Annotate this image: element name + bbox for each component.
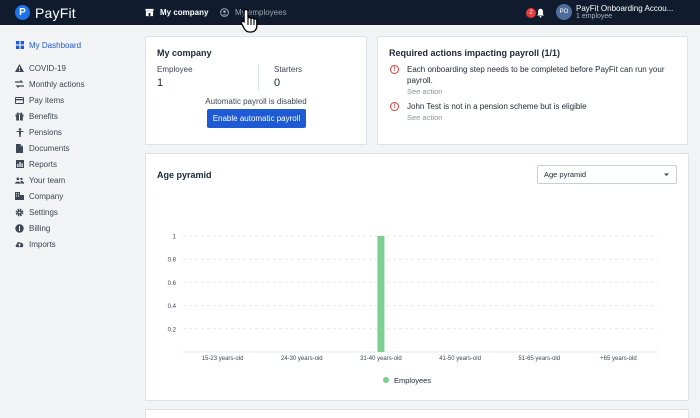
action-item-text: John Test is not in a pension scheme but… (407, 102, 587, 111)
sidebar-item-label: Documents (29, 143, 70, 153)
sidebar-item-monthly-actions[interactable]: Monthly actions (15, 78, 85, 90)
x-tick-label: 15-23 years-old (202, 356, 244, 362)
y-tick-label: 0.8 (168, 258, 177, 264)
team-icon (15, 176, 24, 185)
employee-count: 1 (157, 77, 164, 89)
x-tick-label: 51-65 years-old (518, 356, 560, 362)
starters-label: Starters (274, 65, 303, 74)
bar (377, 236, 385, 352)
required-actions-card: Required actions impacting payroll (1/1)… (377, 36, 688, 145)
my-company-card: My company Employee 1 Starters 0 Automat… (145, 36, 367, 145)
sidebar-item-covid-19[interactable]: COVID-19 (15, 62, 66, 74)
tab-my-company[interactable]: My company (145, 6, 208, 19)
sidebar-item-your-team[interactable]: Your team (15, 174, 65, 186)
see-action-link[interactable]: See action (407, 113, 442, 122)
x-tick-label: 31-40 years-old (360, 356, 402, 362)
sidebar-item-label: Pay items (29, 95, 65, 105)
bar-chart-icon (15, 160, 24, 169)
notification-badge[interactable]: 2 (526, 8, 536, 18)
required-actions-title: Required actions impacting payroll (1/1) (389, 48, 561, 58)
payroll-status-text: Automatic payroll is disabled (205, 97, 307, 106)
sidebar-item-label: Company (29, 191, 64, 201)
sidebar-item-label: Billing (29, 223, 51, 233)
store-icon (145, 8, 154, 17)
y-tick-label: 0.6 (168, 281, 177, 287)
next-card (145, 409, 689, 418)
sidebar: My Dashboard COVID-19 Monthly actions Pa… (0, 25, 135, 418)
card-icon (15, 96, 24, 105)
payfit-logo-icon: P (15, 5, 30, 20)
age-pyramid-card: Age pyramid Age pyramid 0.2 0.4 0.6 0.8 1 15-… (145, 153, 689, 401)
sidebar-item-billing[interactable]: Billing (15, 222, 50, 234)
sidebar-item-label: Imports (29, 239, 56, 249)
enable-automatic-payroll-button[interactable]: Enable automatic payroll (207, 109, 306, 128)
gift-icon (15, 112, 24, 121)
sidebar-item-label: Your team (29, 175, 66, 185)
brand-name: PayFit (35, 4, 76, 21)
sidebar-item-label: COVID-19 (29, 63, 66, 73)
sidebar-item-my-dashboard[interactable]: My Dashboard (15, 39, 81, 51)
sidebar-item-pay-items[interactable]: Pay items (15, 94, 64, 106)
gear-icon (15, 208, 24, 217)
tab-my-company-label: My company (160, 8, 209, 17)
warning-icon (15, 64, 24, 73)
sidebar-item-pensions[interactable]: Pensions (15, 126, 62, 138)
employee-label: Employee (157, 65, 193, 74)
y-tick-label: 0.2 (168, 327, 177, 333)
sidebar-item-benefits[interactable]: Benefits (15, 110, 58, 122)
avatar[interactable]: PO (556, 4, 572, 20)
sidebar-item-label: My Dashboard (29, 40, 82, 50)
user-circle-icon (220, 8, 229, 17)
starters-count: 0 (274, 77, 281, 89)
sidebar-item-company[interactable]: Company (15, 190, 63, 202)
age-pyramid-chart: 0.2 0.4 0.6 0.8 1 15-23 years-old 24-30 years-… (168, 235, 658, 385)
x-tick-label: +65 years-old (600, 356, 637, 362)
legend-label: Employees (394, 376, 431, 385)
top-bar: P PayFit My company My employees 2 PO Pa… (0, 0, 700, 33)
payfit-logo[interactable]: P PayFit (15, 3, 76, 22)
legend-swatch (383, 377, 389, 383)
alert-circle-icon: ! (390, 102, 399, 111)
hand-cursor-icon (240, 8, 258, 33)
alert-circle-icon: ! (390, 65, 399, 74)
see-action-link[interactable]: See action (407, 87, 442, 96)
sidebar-item-label: Benefits (29, 111, 58, 121)
sidebar-item-reports[interactable]: Reports (15, 158, 57, 170)
x-tick-label: 41-50 years-old (439, 356, 481, 362)
coin-icon (15, 223, 24, 233)
sidebar-item-settings[interactable]: Settings (15, 206, 58, 218)
building-icon (15, 192, 24, 201)
grid-icon (15, 41, 24, 50)
sidebar-item-label: Monthly actions (29, 79, 85, 89)
sidebar-item-label: Reports (29, 159, 58, 169)
cloud-upload-icon (15, 240, 24, 249)
sidebar-item-documents[interactable]: Documents (15, 142, 69, 154)
sidebar-item-label: Settings (29, 207, 58, 217)
sidebar-item-label: Pensions (29, 127, 62, 137)
x-tick-label: 24-30 years-old (281, 356, 323, 362)
bell-icon[interactable] (536, 8, 545, 18)
account-name[interactable]: PayFit Onboarding Accou... (576, 4, 698, 13)
transfer-icon (15, 80, 24, 89)
person-icon (15, 127, 24, 137)
my-company-title: My company (157, 48, 212, 58)
document-icon (15, 143, 24, 153)
account-subtitle: 1 employee (576, 13, 613, 20)
y-tick-label: 0.4 (168, 304, 177, 310)
action-item-text: Each onboarding step needs to be complet… (407, 65, 665, 85)
sidebar-item-imports[interactable]: Imports (15, 238, 56, 250)
stats-divider (258, 64, 259, 90)
y-tick-label: 1 (173, 235, 177, 241)
